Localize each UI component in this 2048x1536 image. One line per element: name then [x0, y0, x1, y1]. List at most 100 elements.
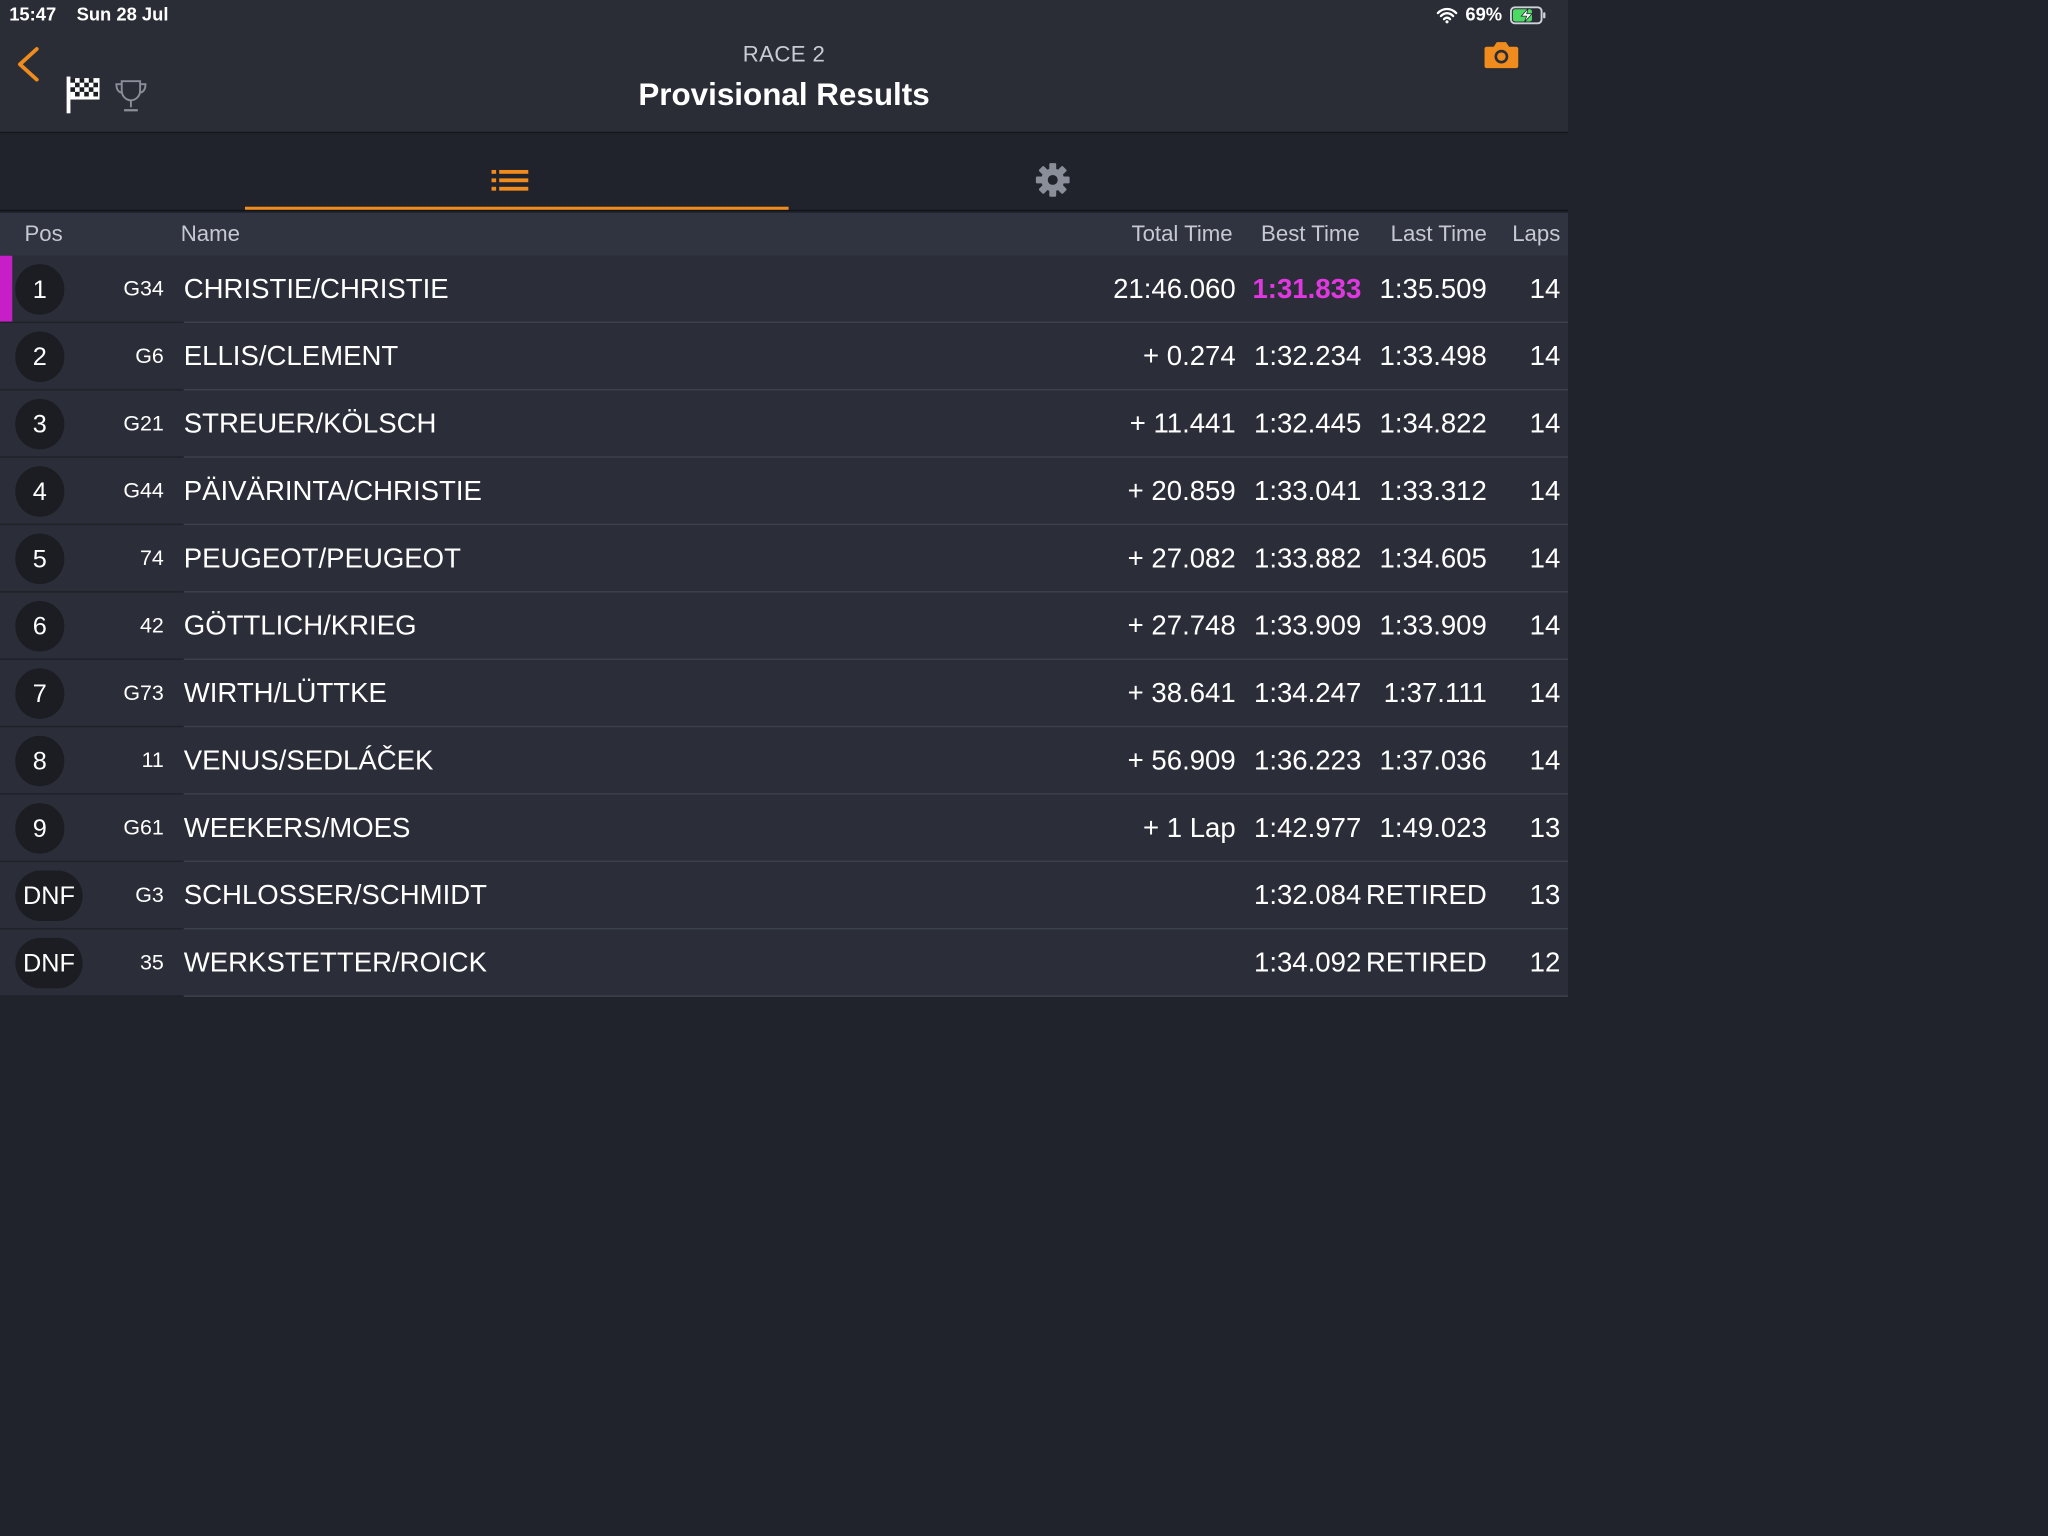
total-time: + 27.748	[1127, 609, 1236, 641]
result-row[interactable]: 3 G21 STREUER/KÖLSCH + 11.441 1:32.445 1:34.8…	[0, 390, 1568, 458]
position-badge: 2	[15, 331, 65, 383]
column-header-laps[interactable]: Laps	[1512, 222, 1560, 247]
best-time: 1:32.445	[1253, 407, 1362, 439]
result-row[interactable]: 2 G6 ELLIS/CLEMENT + 0.274 1:32.234 1:33.498 1…	[0, 323, 1568, 391]
page-title: Provisional Results	[638, 76, 930, 112]
result-row[interactable]: DNF 35 WERKSTETTER/ROICK 1:34.092 RETIRED 12	[0, 929, 1568, 997]
car-number: G6	[135, 343, 164, 368]
position-badge: 4	[15, 466, 65, 517]
race-label: RACE 2	[742, 42, 826, 67]
car-number: 74	[139, 545, 164, 570]
car-number: 35	[139, 950, 164, 974]
total-time: + 56.909	[1127, 744, 1236, 776]
laps: 14	[1529, 676, 1561, 709]
column-header-name[interactable]: Name	[181, 222, 240, 247]
column-header-last-time[interactable]: Last Time	[1391, 222, 1487, 247]
total-time: + 1 Lap	[1142, 811, 1236, 843]
leader-indicator	[0, 255, 13, 324]
result-row[interactable]: 1 G34 CHRISTIE/CHRISTIE 21:46.060 1:31.833 1:…	[0, 255, 1568, 324]
position-badge: DNF	[15, 937, 83, 989]
last-time: 1:35.509	[1379, 272, 1487, 304]
last-time: RETIRED	[1365, 946, 1487, 978]
battery-charging-icon	[1510, 6, 1547, 25]
best-time: 1:34.247	[1253, 676, 1362, 709]
result-row[interactable]: 5 74 PEUGEOT/PEUGEOT + 27.082 1:33.882 1:34.6…	[0, 525, 1568, 593]
battery-percent: 69%	[1465, 4, 1503, 26]
row-divider	[183, 995, 1568, 997]
position-badge: 6	[15, 601, 65, 652]
results-list: 1 G34 CHRISTIE/CHRISTIE 21:46.060 1:31.833 1:…	[0, 255, 1568, 997]
result-row[interactable]: 6 42 GÖTTLICH/KRIEG + 27.748 1:33.909 1:33.90…	[0, 592, 1568, 660]
result-row[interactable]: 8 11 VENUS/SEDLÁČEK + 56.909 1:36.223 1:37.03…	[0, 727, 1568, 795]
driver-names: PEUGEOT/PEUGEOT	[183, 542, 461, 574]
position-badge: DNF	[15, 870, 83, 922]
laps: 14	[1529, 744, 1561, 776]
gear-icon	[1035, 163, 1070, 197]
driver-names: SCHLOSSER/SCHMIDT	[183, 878, 487, 911]
result-row[interactable]: DNF G3 SCHLOSSER/SCHMIDT 1:32.084 RETIRED 13	[0, 862, 1568, 930]
status-indicators: 69%	[1436, 5, 1546, 26]
row-divider	[0, 995, 184, 997]
total-time: + 38.641	[1127, 676, 1236, 709]
result-row[interactable]: 9 G61 WEEKERS/MOES + 1 Lap 1:42.977 1:49.023 1…	[0, 794, 1568, 863]
last-time: 1:49.023	[1379, 811, 1487, 843]
laps: 14	[1529, 339, 1561, 372]
car-number: 42	[139, 613, 164, 637]
position-badge: 1	[15, 264, 65, 315]
car-number: 11	[141, 748, 164, 772]
tab-bar	[0, 134, 1568, 212]
car-number: G61	[123, 815, 164, 840]
column-header-pos[interactable]: Pos	[25, 222, 63, 247]
last-time: 1:34.605	[1379, 542, 1487, 574]
position-badge: 3	[15, 398, 65, 450]
driver-names: VENUS/SEDLÁČEK	[183, 744, 434, 776]
best-time: 1:33.909	[1253, 609, 1362, 641]
best-time: 1:36.223	[1253, 744, 1362, 776]
last-time: RETIRED	[1365, 878, 1487, 911]
result-row[interactable]: 7 G73 WIRTH/LÜTTKE + 38.641 1:34.247 1:37.111…	[0, 659, 1568, 728]
last-time: 1:37.111	[1383, 676, 1487, 709]
position-badge: 5	[15, 533, 65, 585]
best-time: 1:31.833	[1252, 272, 1362, 304]
car-number: G44	[123, 478, 164, 503]
driver-names: WEEKERS/MOES	[183, 811, 411, 843]
driver-names: WIRTH/LÜTTKE	[183, 676, 387, 709]
wifi-icon	[1436, 7, 1458, 24]
position-badge: 8	[15, 735, 65, 787]
laps: 14	[1529, 272, 1561, 304]
last-time: 1:33.312	[1379, 474, 1487, 507]
status-time: 15:47	[9, 4, 57, 26]
total-time: + 0.274	[1142, 339, 1236, 372]
camera-icon[interactable]	[1484, 40, 1519, 73]
status-date: Sun 28 Jul	[76, 4, 169, 26]
car-number: G3	[135, 882, 164, 907]
best-time: 1:34.092	[1253, 946, 1362, 978]
laps: 14	[1529, 474, 1561, 507]
last-time: 1:33.909	[1379, 609, 1487, 641]
best-time: 1:32.234	[1253, 339, 1362, 372]
total-time: + 27.082	[1127, 542, 1236, 574]
total-time: 21:46.060	[1113, 272, 1236, 304]
last-time: 1:33.498	[1379, 339, 1487, 372]
best-time: 1:33.882	[1253, 542, 1362, 574]
driver-names: GÖTTLICH/KRIEG	[183, 609, 417, 641]
driver-names: WERKSTETTER/ROICK	[183, 946, 487, 978]
tab-settings[interactable]	[781, 135, 1325, 210]
column-header-best-time[interactable]: Best Time	[1261, 222, 1360, 247]
tab-results-list[interactable]	[245, 135, 789, 210]
driver-names: STREUER/KÖLSCH	[183, 407, 437, 439]
column-header-total-time[interactable]: Total Time	[1131, 222, 1232, 247]
total-time: + 11.441	[1129, 407, 1236, 439]
best-time: 1:42.977	[1253, 811, 1362, 843]
laps: 14	[1529, 407, 1561, 439]
laps: 12	[1529, 946, 1561, 978]
driver-names: PÄIVÄRINTA/CHRISTIE	[183, 474, 482, 507]
laps: 13	[1529, 878, 1561, 911]
app-screen: RACE 2 Provisional Results 15:47 Sun 28 …	[0, 0, 1568, 1176]
best-time: 1:33.041	[1253, 474, 1362, 507]
laps: 14	[1529, 542, 1561, 574]
laps: 14	[1529, 609, 1561, 641]
result-row[interactable]: 4 G44 PÄIVÄRINTA/CHRISTIE + 20.859 1:33.041 1…	[0, 457, 1568, 526]
status-bar: 15:47 Sun 28 Jul 69%	[0, 0, 1568, 31]
list-icon	[491, 169, 529, 191]
